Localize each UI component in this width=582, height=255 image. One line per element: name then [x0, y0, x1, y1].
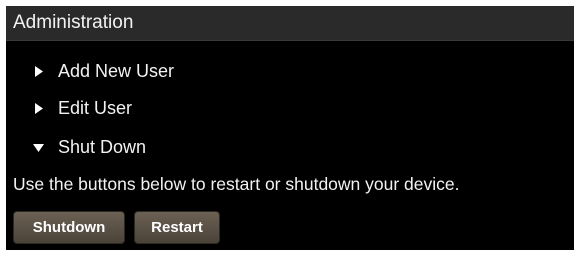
panel-header: Administration — [6, 6, 574, 41]
menu-item-label: Shut Down — [58, 136, 147, 157]
shutdown-description: Use the buttons below to restart or shut… — [13, 174, 460, 194]
shutdown-button[interactable]: Shutdown — [13, 211, 125, 244]
caret-down-icon — [30, 139, 46, 155]
menu-item-label: Edit User — [58, 97, 133, 118]
administration-panel: Administration Add New User Edit User Sh… — [6, 6, 574, 250]
menu-item-edit-user[interactable]: Edit User — [6, 95, 132, 121]
caret-right-icon — [30, 100, 46, 116]
menu-item-label: Add New User — [58, 60, 175, 81]
restart-button[interactable]: Restart — [134, 211, 220, 244]
panel-title: Administration — [13, 12, 134, 33]
menu-item-add-new-user[interactable]: Add New User — [6, 58, 174, 84]
menu-item-shut-down[interactable]: Shut Down — [6, 134, 146, 160]
caret-right-icon — [30, 63, 46, 79]
